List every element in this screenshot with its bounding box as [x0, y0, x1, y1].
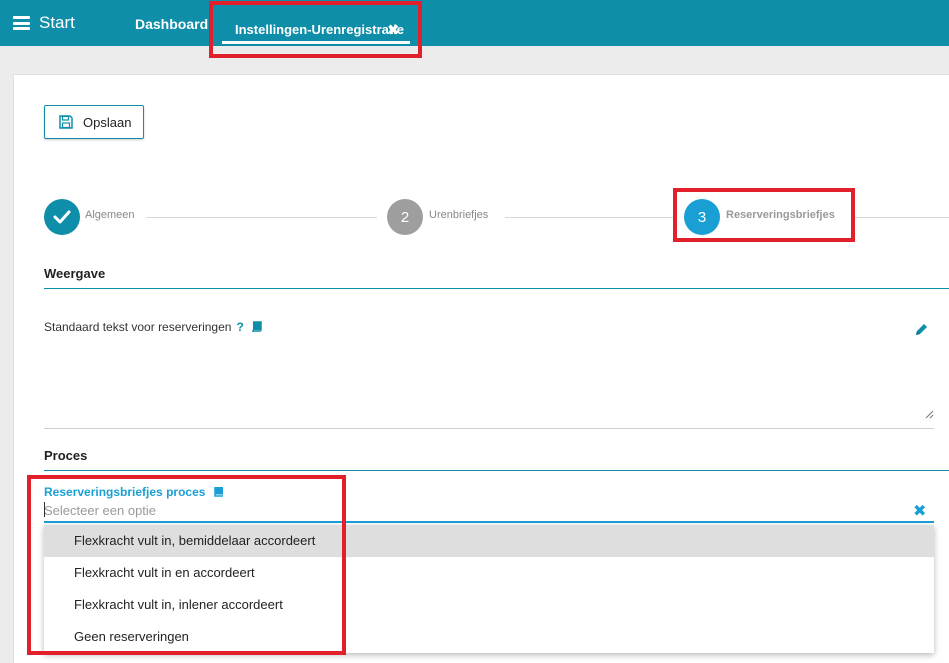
- book-icon[interactable]: [213, 486, 224, 497]
- standard-text-label: Standaard tekst voor reserveringen?: [44, 320, 262, 334]
- option-flexkracht-bemiddelaar[interactable]: Flexkracht vult in, bemiddelaar accordee…: [44, 525, 934, 557]
- save-label: Opslaan: [83, 114, 132, 130]
- option-geen-reserveringen[interactable]: Geen reserveringen: [44, 621, 934, 653]
- section-divider: [44, 470, 949, 471]
- text-caret: [44, 502, 45, 517]
- step-2-circle[interactable]: 2: [387, 199, 423, 235]
- step-2-label[interactable]: Urenbriefjes: [429, 209, 488, 221]
- section-divider: [44, 288, 949, 289]
- select-placeholder: Selecteer een optie: [44, 503, 157, 518]
- step-connector: [505, 217, 675, 218]
- hamburger-icon: [13, 16, 30, 30]
- process-select-input[interactable]: Selecteer een optie: [44, 500, 934, 523]
- resize-handle-icon[interactable]: [925, 410, 934, 419]
- option-flexkracht-accordeert[interactable]: Flexkracht vult in en accordeert: [44, 557, 934, 589]
- close-icon[interactable]: ✖: [387, 21, 400, 39]
- process-select-label-text: Reserveringsbriefjes proces: [44, 485, 206, 499]
- step-3-circle[interactable]: 3: [684, 199, 720, 235]
- tab-dashboard[interactable]: Dashboard: [135, 16, 208, 32]
- process-options-dropdown: Flexkracht vult in, bemiddelaar accordee…: [44, 525, 934, 653]
- menu-button[interactable]: Start: [13, 11, 75, 35]
- top-bar: Start Dashboard Instellingen-Urenregistr…: [0, 0, 949, 46]
- menu-label: Start: [39, 13, 75, 32]
- clear-icon[interactable]: ✖: [913, 501, 926, 521]
- tab-instellingen-urenregistratie[interactable]: Instellingen-Urenregistratie ✖: [222, 10, 410, 44]
- step-connector: [146, 217, 377, 218]
- section-title-proces: Proces: [44, 448, 88, 463]
- pencil-icon[interactable]: [914, 322, 929, 337]
- section-title-weergave: Weergave: [44, 266, 106, 281]
- standard-text-textarea[interactable]: [44, 340, 934, 429]
- save-button[interactable]: Opslaan: [44, 105, 144, 139]
- option-flexkracht-inlener[interactable]: Flexkracht vult in, inlener accordeert: [44, 589, 934, 621]
- step-connector: [853, 217, 949, 218]
- standard-text-label-text: Standaard tekst voor reserveringen: [44, 320, 232, 334]
- help-icon[interactable]: ?: [236, 320, 243, 334]
- checkmark-icon: [53, 210, 71, 224]
- floppy-disk-icon: [59, 115, 73, 129]
- tab-label: Instellingen-Urenregistratie: [235, 22, 405, 37]
- step-3-label[interactable]: Reserveringsbriefjes: [726, 209, 835, 221]
- step-1-label[interactable]: Algemeen: [85, 209, 135, 221]
- step-1-circle[interactable]: [44, 199, 80, 235]
- process-select-label: Reserveringsbriefjes proces: [44, 485, 224, 499]
- book-icon[interactable]: [251, 321, 262, 332]
